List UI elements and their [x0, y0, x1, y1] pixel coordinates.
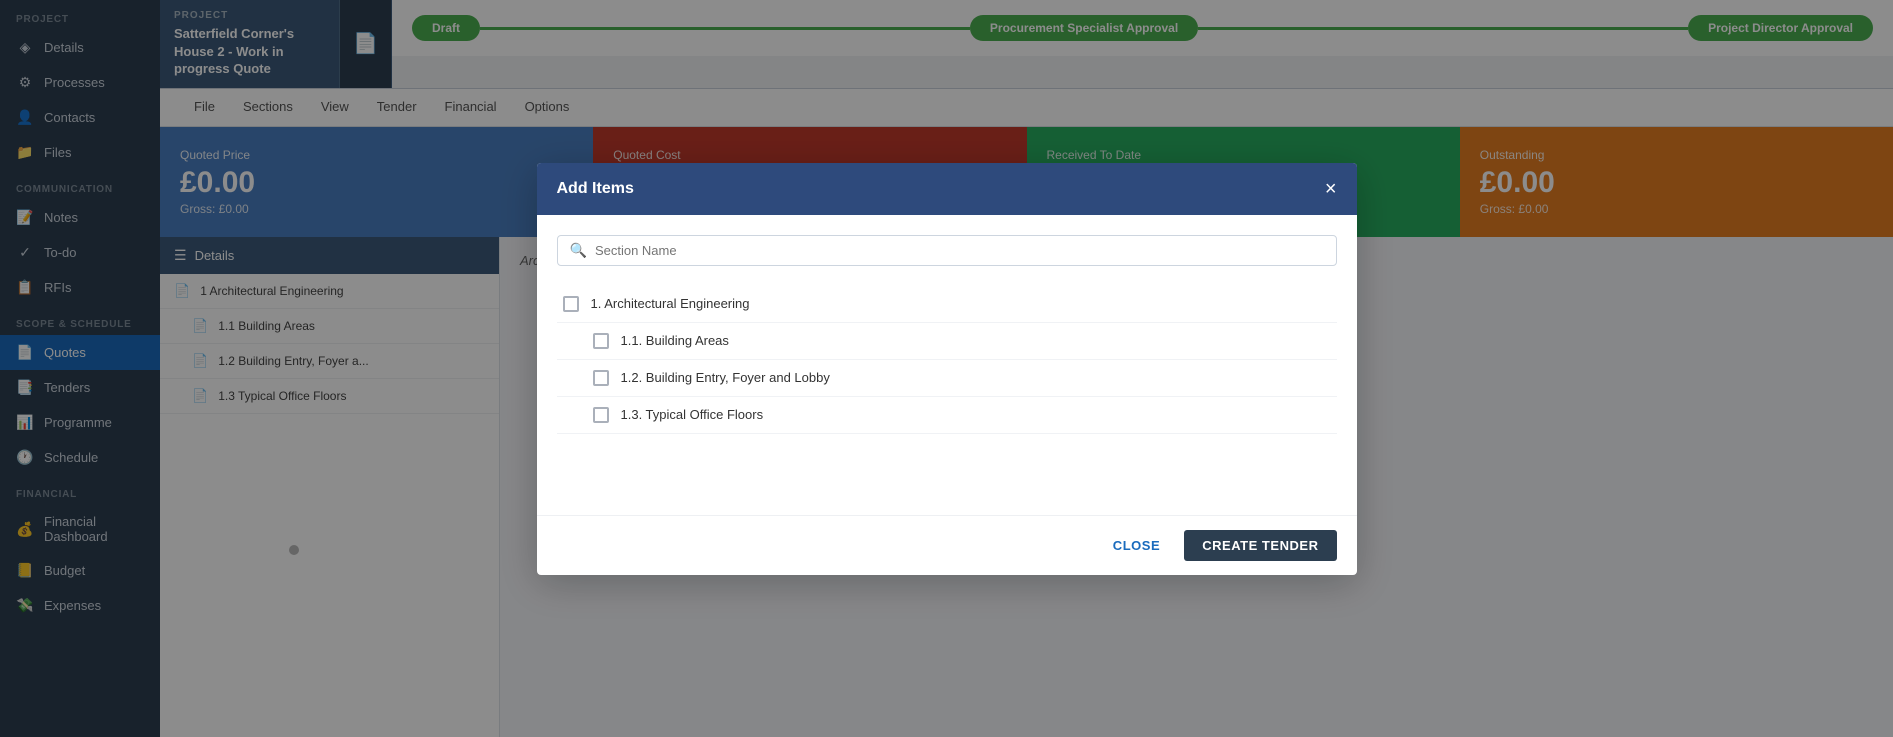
modal-footer: CLOSE CREATE TENDER [537, 515, 1357, 575]
modal-item-label-building-areas: 1.1. Building Areas [621, 333, 729, 348]
checkbox-arch-eng[interactable] [563, 296, 579, 312]
modal-item-label-typical-floors: 1.3. Typical Office Floors [621, 407, 764, 422]
modal-item-building-areas: 1.1. Building Areas [557, 323, 1337, 360]
modal-body: 🔍 1. Architectural Engineering 1.1. Buil… [537, 215, 1357, 515]
add-items-modal: Add Items × 🔍 1. Architectural Engineeri… [537, 163, 1357, 575]
modal-item-label-arch-eng: 1. Architectural Engineering [591, 296, 750, 311]
modal-overlay[interactable]: Add Items × 🔍 1. Architectural Engineeri… [0, 0, 1893, 737]
modal-search-row: 🔍 [557, 235, 1337, 266]
modal-search-input[interactable] [595, 243, 1324, 258]
modal-title: Add Items [557, 180, 634, 198]
checkbox-building-areas[interactable] [593, 333, 609, 349]
checkbox-building-entry[interactable] [593, 370, 609, 386]
modal-header: Add Items × [537, 163, 1357, 215]
modal-item-arch-eng: 1. Architectural Engineering [557, 286, 1337, 323]
create-tender-button[interactable]: CREATE TENDER [1184, 530, 1336, 561]
modal-item-building-entry: 1.2. Building Entry, Foyer and Lobby [557, 360, 1337, 397]
search-icon: 🔍 [570, 242, 587, 259]
checkbox-typical-floors[interactable] [593, 407, 609, 423]
modal-item-label-building-entry: 1.2. Building Entry, Foyer and Lobby [621, 370, 830, 385]
modal-item-typical-floors: 1.3. Typical Office Floors [557, 397, 1337, 434]
close-modal-button[interactable]: CLOSE [1101, 530, 1172, 561]
modal-close-x-button[interactable]: × [1325, 179, 1337, 199]
